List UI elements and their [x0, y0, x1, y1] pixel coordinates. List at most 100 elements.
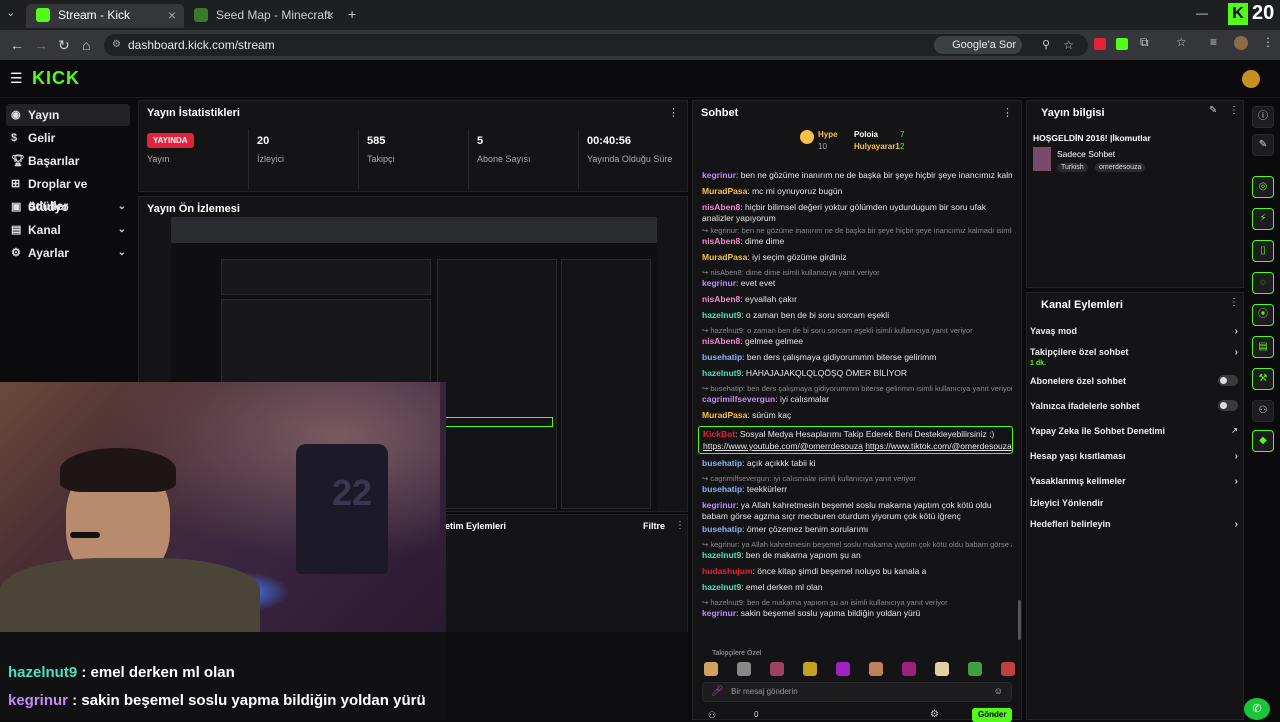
camera-icon[interactable]: ◎ [1252, 176, 1274, 198]
hamburger-menu-icon[interactable]: ☰ [10, 70, 23, 87]
sidebar-item-4[interactable]: ⊞ Droplar ve ödüller [6, 173, 130, 213]
chat-username[interactable]: busehatip [702, 352, 742, 362]
channel-action-item[interactable]: Yavaş mod › [1030, 326, 1240, 337]
emote-icon[interactable] [935, 662, 949, 676]
chat-username[interactable]: busehatip [702, 484, 742, 494]
browser-menu-icon[interactable]: ⋮ [1262, 35, 1274, 49]
chat-input[interactable]: 🎤︎ Bir mesaj gönderin ☺ [702, 682, 1012, 702]
user-avatar[interactable] [1242, 70, 1260, 88]
youtube-link[interactable]: https://www.youtube.com/@omerrdesouza [703, 441, 863, 451]
channel-actions-menu-icon[interactable]: ⋮ [1229, 297, 1239, 308]
chat-username[interactable]: busehatip [702, 524, 742, 534]
chat-username[interactable]: nisAben8 [702, 202, 740, 212]
chat-username[interactable]: kegrinur [702, 500, 736, 510]
reading-list-icon[interactable]: ☆ [1176, 35, 1187, 49]
emote-icon[interactable] [968, 662, 982, 676]
tab-kick-dashboard[interactable]: Stream - Kick Dashboard × [26, 4, 184, 44]
kick-logo[interactable]: KICK [32, 68, 80, 89]
bookmark-star-icon[interactable]: ☆ [1063, 34, 1074, 56]
channel-action-item[interactable]: Hesap yaşı kısıtlaması › [1030, 451, 1240, 462]
tab-seed-map[interactable]: Seed Map - Minecraft App × [184, 4, 342, 44]
emote-icon[interactable] [869, 662, 883, 676]
forward-icon[interactable]: → [34, 37, 48, 53]
actions-menu-icon[interactable]: ⋮ [675, 520, 685, 531]
chat-username[interactable]: nisAben8 [702, 294, 740, 304]
chat-username[interactable]: MuradPasa [702, 186, 747, 196]
extension-red-icon[interactable] [1094, 38, 1106, 50]
url-field[interactable]: ⚙ dashboard.kick.com/stream Google'a Sor… [104, 34, 1088, 56]
edit-info-icon[interactable]: ✎ [1209, 105, 1217, 116]
chat-username[interactable]: MuradPasa [702, 252, 747, 262]
filter-button[interactable]: Filtre [643, 521, 665, 531]
panel-icon[interactable]: ▤ [1252, 336, 1274, 358]
toggle-switch[interactable] [1218, 400, 1238, 411]
info-icon[interactable]: ⓘ [1252, 106, 1274, 128]
toggle-switch[interactable] [1218, 375, 1238, 386]
channel-action-item[interactable]: Takipçilere özel sohbet 1 dk. › [1030, 347, 1240, 367]
extensions-puzzle-icon[interactable]: ⧉ [1140, 35, 1149, 50]
lightning-icon[interactable]: ⚡︎ [1252, 208, 1274, 230]
emote-icon[interactable] [1001, 662, 1015, 676]
new-tab-button[interactable]: + [348, 6, 356, 22]
chat-username[interactable]: kegrinur [702, 170, 736, 180]
chat-username[interactable]: hazelnut9 [702, 310, 741, 320]
chat-username[interactable]: busehatip [702, 458, 742, 468]
sidebar-item-6[interactable]: ▤ Kanal ⌄ [6, 219, 130, 241]
sidebar-item-1[interactable]: ◉ Yayın [6, 104, 130, 126]
chat-username[interactable]: hazelnut9 [702, 368, 741, 378]
chat-scrollbar[interactable] [1018, 600, 1021, 640]
sidebar-item-7[interactable]: ⚙ Ayarlar ⌄ [6, 242, 130, 264]
extension-kick-icon[interactable] [1116, 38, 1128, 50]
chat-username[interactable]: cagrimilfsevergun [702, 394, 775, 404]
minimize-window-icon[interactable]: — [1196, 6, 1208, 20]
site-info-icon[interactable]: ⚙ [112, 34, 121, 56]
pinned-bot-message[interactable]: KickBot: Sosyal Medya Hesaplarımı Takip … [698, 426, 1013, 454]
emote-icon[interactable] [770, 662, 784, 676]
channel-action-item[interactable]: Hedefleri belirleyin › [1030, 519, 1240, 530]
emote-icon[interactable] [737, 662, 751, 676]
support-chat-button[interactable]: ✆ [1244, 698, 1270, 720]
emote-icon[interactable] [836, 662, 850, 676]
stats-menu-icon[interactable]: ⋮ [668, 106, 679, 119]
chat-bubble-icon[interactable]: ◌ [1252, 272, 1274, 294]
chat-username[interactable]: hudashujum [702, 566, 753, 576]
clipboard-icon[interactable]: ▯ [1252, 240, 1274, 262]
chat-username[interactable]: MuradPasa [702, 410, 747, 420]
tiktok-link[interactable]: https://www.tiktok.com/@omerdesouza [865, 441, 1012, 451]
reload-icon[interactable]: ↻ [58, 37, 70, 54]
channel-action-item[interactable]: İzleyici Yönlendir [1030, 498, 1240, 508]
channel-action-item[interactable]: Yalnızca ifadelerle sohbet [1030, 400, 1240, 411]
chat-settings-icon[interactable]: ⚙ [930, 709, 939, 720]
kick-bot-icon[interactable]: ◆ [1252, 430, 1274, 452]
chat-username[interactable]: kegrinur [702, 278, 736, 288]
emote-icon[interactable] [803, 662, 817, 676]
sidebar-item-5[interactable]: ▣ Stüdyo ⌄ [6, 196, 130, 218]
profile-avatar[interactable] [1234, 36, 1248, 50]
chat-users-icon[interactable]: ⚇ [708, 710, 716, 721]
close-tab-icon[interactable]: × [168, 4, 176, 26]
channel-action-item[interactable]: Abonelere özel sohbet [1030, 375, 1240, 386]
chat-username[interactable]: hazelnut9 [702, 550, 741, 560]
channel-action-item[interactable]: Yasaklanmış kelimeler › [1030, 476, 1240, 487]
tag-chip[interactable]: omerdesouza [1095, 163, 1146, 172]
home-icon[interactable]: ⌂ [82, 37, 90, 53]
media-icon[interactable]: ≡ [1210, 35, 1217, 49]
close-tab-icon[interactable]: × [326, 4, 334, 26]
chat-username[interactable]: kegrinur [702, 608, 736, 618]
chat-username[interactable]: KickBot [703, 429, 735, 439]
wrench-icon[interactable]: ⚒ [1252, 368, 1274, 390]
chat-username[interactable]: nisAben8 [702, 336, 740, 346]
chat-username[interactable]: nisAben8 [702, 236, 740, 246]
broadcast-icon[interactable]: ⦿ [1252, 304, 1274, 326]
back-icon[interactable]: ← [10, 37, 24, 53]
zoom-icon[interactable]: ⚲ [1042, 34, 1050, 56]
pencil-icon[interactable]: ✎ [1252, 134, 1274, 156]
emoji-icon[interactable]: ☺ [994, 686, 1003, 696]
chat-menu-icon[interactable]: ⋮ [1002, 106, 1013, 119]
tag-chip[interactable]: Turkish [1057, 163, 1088, 172]
channel-action-item[interactable]: Yapay Zeka ile Sohbet Denetimi ↗ [1030, 426, 1240, 436]
emote-icon[interactable] [902, 662, 916, 676]
mic-icon[interactable]: 🎤︎ [711, 686, 724, 697]
users-icon[interactable]: ⚇ [1252, 400, 1274, 422]
sidebar-item-2[interactable]: $ Gelir [6, 127, 130, 149]
